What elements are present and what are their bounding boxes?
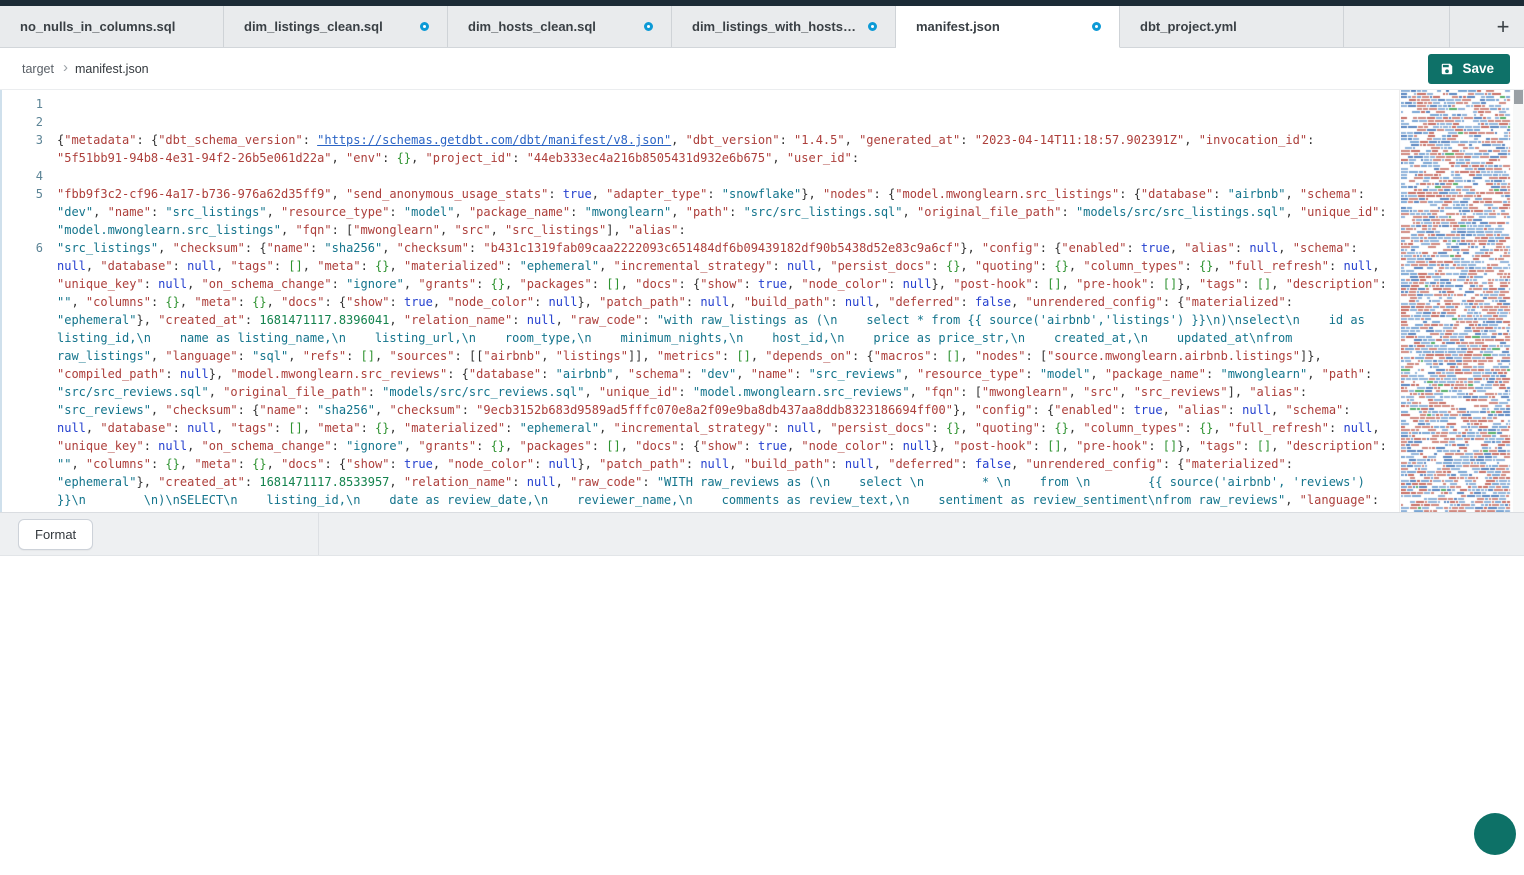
code-line-text[interactable]: "src_listings", "checksum": {"name": "sh… [57, 239, 1399, 512]
tab-label: dim_hosts_clean.sql [468, 19, 596, 34]
tab-label: manifest.json [916, 19, 1000, 34]
tab-dim-hosts-clean-sql[interactable]: dim_hosts_clean.sql [448, 6, 672, 47]
code-line: 2 [2, 113, 1399, 131]
code-line: 5"fbb9f3c2-cf96-4a17-b736-976a62d35ff9",… [2, 185, 1399, 239]
line-number: 1 [2, 95, 57, 113]
breadcrumb-separator-icon: › [63, 59, 68, 76]
code-line: 4 [2, 167, 1399, 185]
line-number: 6 [2, 239, 57, 512]
tab-dbt-project-yml[interactable]: dbt_project.yml [1120, 6, 1344, 47]
line-number: 2 [2, 113, 57, 131]
unsaved-changes-icon[interactable] [420, 22, 429, 31]
bottom-panel [0, 556, 1524, 831]
tab-dim-listings-with-hosts-sql[interactable]: dim_listings_with_hosts.sql [672, 6, 896, 47]
tab-label: dbt_project.yml [1140, 19, 1237, 34]
tab-dim-listings-clean-sql[interactable]: dim_listings_clean.sql [224, 6, 448, 47]
code-content[interactable]: 123{"metadata": {"dbt_schema_version": "… [2, 90, 1399, 512]
tab-bar-divider [1449, 6, 1450, 48]
editor-tab-bar: no_nulls_in_columns.sql dim_listings_clea… [0, 6, 1524, 48]
minimap[interactable] [1399, 90, 1513, 512]
code-editor[interactable]: 123{"metadata": {"dbt_schema_version": "… [0, 90, 1524, 512]
save-button[interactable]: Save [1428, 54, 1510, 84]
file-breadcrumb-bar: target › manifest.json Save [0, 48, 1524, 90]
help-floating-button[interactable] [1474, 813, 1516, 855]
code-line: 3{"metadata": {"dbt_schema_version": "ht… [2, 131, 1399, 167]
pane-divider [318, 513, 319, 555]
unsaved-changes-icon[interactable] [868, 22, 877, 31]
new-tab-button[interactable]: + [1490, 14, 1516, 40]
format-toolbar: Format [0, 512, 1524, 556]
save-floppy-icon [1440, 62, 1454, 76]
save-button-label: Save [1462, 61, 1494, 76]
tab-label: no_nulls_in_columns.sql [20, 19, 175, 34]
tab-bar-spacer: + [1344, 6, 1524, 47]
format-button[interactable]: Format [18, 519, 93, 550]
tab-no-nulls-in-columns-sql[interactable]: no_nulls_in_columns.sql [0, 6, 224, 47]
scrollbar-thumb[interactable] [1514, 90, 1523, 104]
code-line-text[interactable] [57, 167, 1399, 185]
line-number: 3 [2, 131, 57, 167]
code-line: 6"src_listings", "checksum": {"name": "s… [2, 239, 1399, 512]
unsaved-changes-icon[interactable] [1092, 22, 1101, 31]
code-line-text[interactable]: {"metadata": {"dbt_schema_version": "htt… [57, 131, 1399, 167]
line-number: 4 [2, 167, 57, 185]
vertical-scrollbar[interactable] [1513, 90, 1524, 512]
tab-manifest-json[interactable]: manifest.json [896, 6, 1120, 48]
code-line-text[interactable]: "fbb9f3c2-cf96-4a17-b736-976a62d35ff9", … [57, 185, 1399, 239]
tab-label: dim_listings_with_hosts.sql [692, 19, 858, 34]
tab-label: dim_listings_clean.sql [244, 19, 383, 34]
breadcrumb-file[interactable]: manifest.json [75, 62, 149, 76]
breadcrumb-folder[interactable]: target [22, 62, 54, 76]
unsaved-changes-icon[interactable] [644, 22, 653, 31]
code-line-text[interactable] [57, 113, 1399, 131]
code-line-text[interactable] [57, 95, 1399, 113]
tabs-container: no_nulls_in_columns.sql dim_listings_clea… [0, 6, 1344, 47]
line-number: 5 [2, 185, 57, 239]
code-line: 1 [2, 95, 1399, 113]
